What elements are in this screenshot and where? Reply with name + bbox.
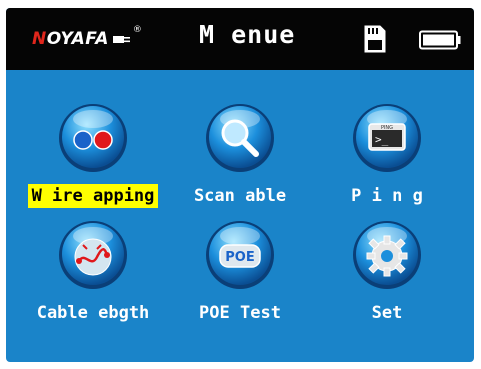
menu-item-cable-length[interactable]: Cable ebgth <box>18 219 168 339</box>
page-title: M enue <box>199 20 296 49</box>
menu-item-scan-cable[interactable]: Scan able <box>165 102 315 222</box>
brand-text: NOYAFA <box>32 29 109 49</box>
menu-item-wire-mapping[interactable]: W ire apping <box>18 102 168 222</box>
poe-test-icon: POE <box>204 219 276 291</box>
plug-icon <box>112 36 130 43</box>
menu-item-ping[interactable]: PING >_ P i n g <box>312 102 462 222</box>
top-bar: NOYAFA ® M enue <box>6 8 474 70</box>
menu-item-poe-test[interactable]: POE POE Test <box>165 219 315 339</box>
scan-cable-icon <box>204 102 276 174</box>
menu-item-label: POE Test <box>199 303 281 323</box>
menu-item-label: P i n g <box>351 186 423 206</box>
device-screen: NOYAFA ® M enue W ire apping Scan able P… <box>6 8 474 362</box>
cable-length-icon <box>57 219 129 291</box>
menu-item-label: W ire apping <box>18 184 168 208</box>
svg-text:>_: >_ <box>375 133 389 146</box>
settings-gear-icon <box>351 219 423 291</box>
svg-text:PING: PING <box>381 125 393 131</box>
svg-text:POE: POE <box>225 250 254 265</box>
menu-item-label: Set <box>371 303 403 323</box>
sd-card-icon <box>364 25 386 53</box>
wire-mapping-icon <box>57 102 129 174</box>
registered-mark: ® <box>132 25 142 35</box>
menu-item-label: Cable ebgth <box>36 303 150 323</box>
menu-item-label: Scan able <box>193 186 287 206</box>
menu-item-set[interactable]: Set <box>312 219 462 339</box>
battery-icon <box>419 30 461 50</box>
brand-logo: NOYAFA ® <box>32 22 142 56</box>
ping-icon: PING >_ <box>351 102 423 174</box>
